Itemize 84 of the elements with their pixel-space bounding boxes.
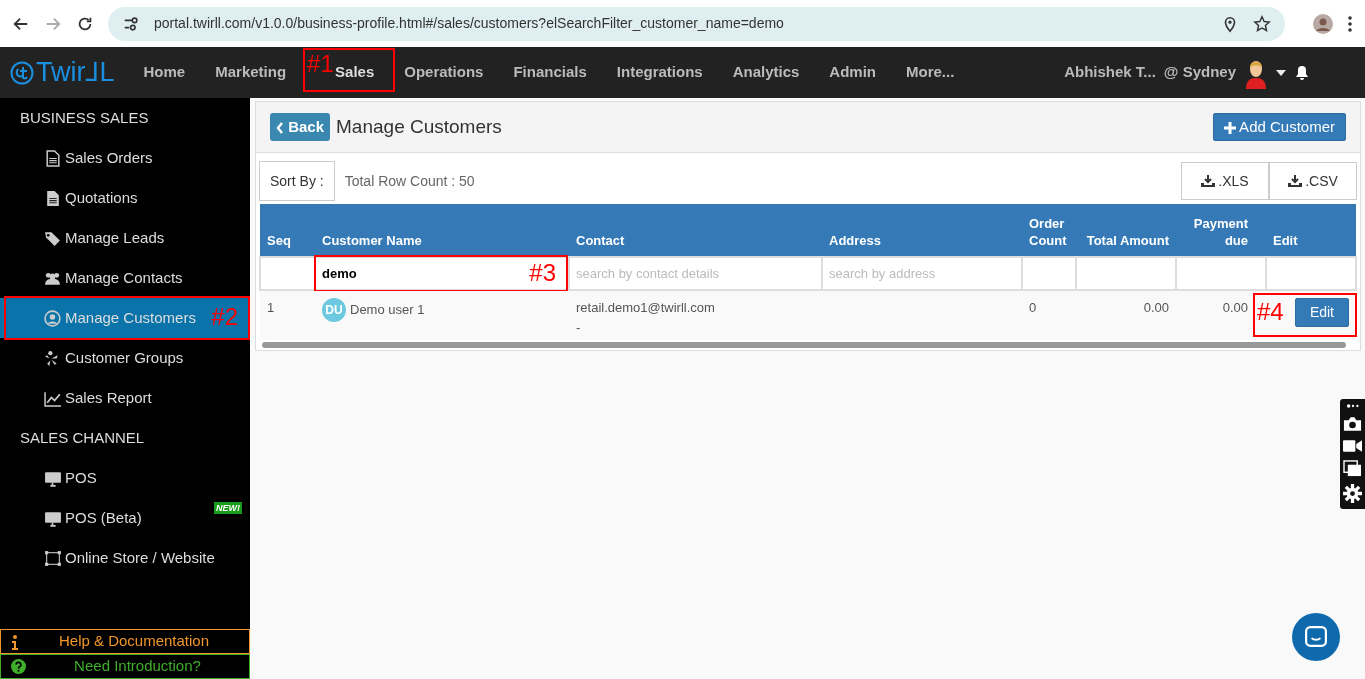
avatar: DU [322,298,346,322]
bell-icon[interactable] [1294,64,1310,81]
new-badge: NEW! [214,502,242,514]
column-header: Payment due [1176,204,1266,257]
sidebar-item[interactable]: Quotations [0,178,250,218]
sidebar-item[interactable]: POS [0,458,250,498]
frame-icon [44,549,62,567]
profile-avatar-icon[interactable] [1313,13,1333,34]
settings-icon[interactable] [1343,484,1362,503]
contact-text: - [576,318,582,337]
windows-icon[interactable] [1343,460,1362,477]
chat-icon [1305,626,1327,648]
star-icon[interactable] [1253,14,1271,33]
nav-link[interactable]: Admin [814,57,892,87]
download-icon [1201,175,1216,187]
column-header: Order Count [1022,204,1076,257]
help-icon [11,659,26,674]
user-name: Abhishek T... [1064,62,1156,83]
tag-icon [44,229,62,247]
annotation-label: #3 [529,261,556,285]
footer-link[interactable]: Need Introduction? [0,654,250,679]
footer-link[interactable]: Help & Documentation [0,629,250,654]
section-heading: BUSINESS SALES [19,107,150,128]
sidebar-item[interactable]: Manage Contacts [0,258,250,298]
nav-link[interactable]: Marketing [200,57,302,87]
chat-button[interactable] [1292,613,1340,661]
chevron-left-icon [276,121,284,134]
column-header: Edit [1266,204,1356,257]
nav-link[interactable]: More... [891,57,970,87]
nav-link[interactable]: Financials [498,57,602,87]
column-header: Total Amount [1076,204,1176,257]
table-cell: 0 [1022,290,1076,340]
section-heading: SALES CHANNEL [19,427,146,448]
nav-link[interactable]: Operations [389,57,499,87]
caret-down-icon[interactable] [1276,69,1286,76]
url-text: portal.twirll.com/v1.0.0/business-profile.html#/sales/customers?elSearchFilter_customer_name=demo [154,14,785,33]
site-settings-icon[interactable] [122,14,140,33]
sidebar-item[interactable]: Customer Groups [0,338,250,378]
download-icon [1288,175,1303,187]
export-button[interactable]: .XLS [1181,162,1269,200]
address-bar[interactable]: portal.twirll.com/v1.0.0/business-profile.html#/sales/customers?elSearchFilter_customer_name=demo [108,6,1285,41]
add-customer-button[interactable]: Add Customer [1212,112,1346,142]
info-icon [11,633,19,650]
sidebar-item[interactable]: Manage Leads [0,218,250,258]
contact-text: retail.demo1@twirll.com [576,299,716,317]
back-button[interactable]: Back [270,112,331,142]
line-chart-icon [44,389,62,407]
user-circle-icon [44,309,62,327]
video-camera-icon[interactable] [1343,439,1362,453]
plus-icon [1223,121,1236,134]
sidebar-item[interactable]: Sales Orders [0,138,250,178]
annotation-label: #4 [1257,300,1284,324]
nav-link[interactable]: Analytics [717,57,815,87]
page-title: Manage Customers [336,115,502,139]
monitor-icon [44,469,62,487]
column-header: Customer Name [315,204,569,257]
table-cell: 0.00 [1076,290,1176,340]
sort-by-button[interactable]: Sort By : [259,161,335,201]
column-header: Address [822,204,1022,257]
nav-link[interactable]: Home [128,57,201,87]
table-cell: 1 [260,290,315,340]
logo-text: Twir⅃L [36,56,115,90]
sidebar-item[interactable]: Online Store / Website [0,538,250,578]
column-header: Contact [569,204,822,257]
more-icon[interactable] [1345,403,1360,409]
nav-link[interactable]: Integrations [601,57,718,87]
column-header: Seq [260,204,315,257]
export-button[interactable]: .CSV [1269,162,1357,200]
camera-icon[interactable] [1343,416,1362,432]
location-label: @ Sydney [1163,62,1236,83]
logo-icon [10,60,34,85]
sidebar-item[interactable]: Sales Report [0,378,250,418]
annotation-label: #2 [211,305,238,329]
more-menu-icon[interactable] [1347,13,1353,34]
table-cell [260,257,315,290]
document-icon [44,189,62,207]
row-count: Total Row Count : 50 [343,171,475,191]
sidebar-item[interactable]: POS (Beta) NEW! [0,498,250,538]
horizontal-scrollbar[interactable] [262,342,1346,348]
edit-button[interactable]: Edit [1294,298,1349,327]
document-icon [44,149,62,167]
annotation-label: #1 [307,52,334,77]
customer-name: Demo user 1 [350,302,425,317]
monitor-icon [44,509,62,527]
